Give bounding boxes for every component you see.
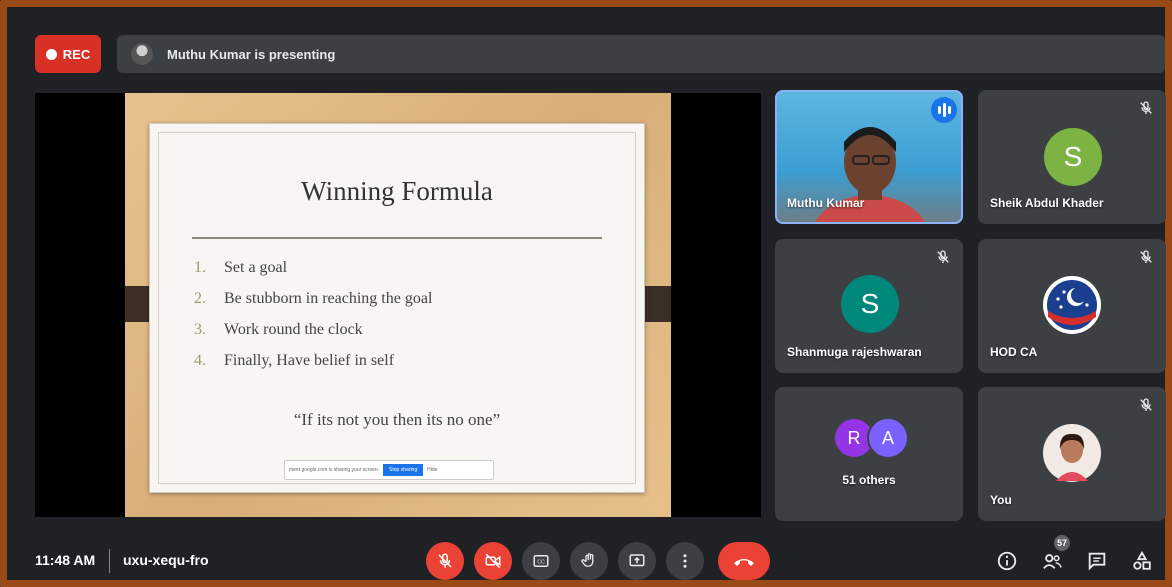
participant-name: 51 others — [842, 473, 896, 487]
people-icon — [1043, 554, 1062, 569]
raise-hand-button[interactable] — [570, 542, 608, 580]
screen-share-notice: meet.google.com is sharing your screen. … — [284, 460, 494, 480]
participant-avatar: A — [867, 417, 909, 459]
participant-name: HOD CA — [990, 345, 1038, 359]
chat-button[interactable] — [1083, 547, 1111, 575]
participant-tile-others[interactable]: R A 51 others — [775, 387, 963, 521]
speaking-indicator-icon — [931, 97, 957, 123]
present-icon — [629, 554, 645, 567]
slide-point: 4. Finally, Have belief in self — [194, 352, 395, 369]
raise-hand-icon — [581, 553, 594, 567]
toggle-camera-button[interactable] — [474, 542, 512, 580]
toggle-microphone-button[interactable] — [426, 542, 464, 580]
slide-point: 1. Set a goal — [194, 259, 288, 276]
activities-icon — [1133, 550, 1151, 570]
presentation-stage: Winning Formula 1. Set a goal 2. Be stubbo… — [35, 93, 761, 517]
participant-tile-you[interactable]: You — [978, 387, 1166, 521]
meeting-window: REC Muthu Kumar is presenting Winning Fo… — [0, 0, 1172, 587]
current-time: 11:48 AM — [35, 552, 96, 568]
participant-avatar: S — [1044, 128, 1102, 186]
top-bar: REC Muthu Kumar is presenting — [35, 35, 1165, 75]
recording-indicator[interactable]: REC — [35, 35, 101, 73]
slide-point: 2. Be stubborn in reaching the goal — [194, 290, 433, 307]
mic-off-icon — [1140, 101, 1152, 114]
meeting-details-button[interactable] — [993, 547, 1021, 575]
participant-tile-sheik-abdul-khader[interactable]: S Sheik Abdul Khader — [978, 90, 1166, 224]
captions-button[interactable]: CC — [522, 542, 560, 580]
participant-grid: Muthu Kumar S Sheik Abdul Khader S Shanm… — [775, 90, 1166, 522]
slide-title: Winning Formula — [301, 176, 493, 206]
self-photo-avatar — [1043, 424, 1101, 482]
present-now-button[interactable] — [618, 542, 656, 580]
camera-off-icon — [485, 553, 501, 569]
meeting-code: uxu-xequ-fro — [123, 552, 209, 568]
participant-name: Muthu Kumar — [787, 196, 865, 210]
slide-divider — [192, 237, 602, 239]
presenting-banner: Muthu Kumar is presenting — [117, 35, 1165, 73]
more-options-button[interactable] — [666, 542, 704, 580]
leave-call-icon — [734, 559, 754, 566]
slide-point: 3. Work round the clock — [194, 321, 363, 338]
chat-icon — [1088, 552, 1106, 571]
participant-tile-shanmuga-rajeshwaran[interactable]: S Shanmuga rajeshwaran — [775, 239, 963, 373]
participant-name: You — [990, 493, 1012, 507]
info-icon — [997, 551, 1017, 571]
stop-sharing-button[interactable]: Stop sharing — [383, 464, 424, 476]
divider — [109, 549, 110, 573]
presenting-text: Muthu Kumar is presenting — [167, 46, 336, 62]
mic-off-icon — [1140, 398, 1152, 411]
participant-name: Shanmuga rajeshwaran — [787, 345, 922, 359]
slide-background: Winning Formula 1. Set a goal 2. Be stubbo… — [125, 93, 671, 517]
participant-avatar: S — [841, 275, 899, 333]
slide: Winning Formula 1. Set a goal 2. Be stubbo… — [149, 123, 645, 493]
institution-logo-avatar — [1043, 276, 1101, 334]
leave-call-button[interactable] — [718, 542, 770, 580]
activities-button[interactable] — [1128, 547, 1156, 575]
hide-share-notice-button[interactable]: Hide — [427, 467, 437, 473]
bottom-bar: 11:48 AM uxu-xequ-fro CC 57 — [35, 535, 1165, 585]
mic-off-icon — [438, 553, 452, 568]
mic-off-icon — [1140, 250, 1152, 263]
slide-points: 1. Set a goal 2. Be stubborn in reaching t… — [194, 252, 432, 376]
slide-quote: “If its not you then its no one” — [293, 410, 501, 429]
svg-text:CC: CC — [537, 559, 545, 565]
participant-name: Sheik Abdul Khader — [990, 196, 1104, 210]
presenter-avatar — [131, 43, 153, 65]
mic-off-icon — [937, 250, 949, 263]
recording-dot-icon — [45, 48, 57, 60]
captions-icon: CC — [533, 555, 549, 567]
participant-tile-muthu-kumar[interactable]: Muthu Kumar — [775, 90, 963, 224]
people-button[interactable] — [1038, 547, 1066, 575]
recording-label: REC — [62, 46, 91, 62]
share-notice-text: meet.google.com is sharing your screen. — [289, 467, 380, 473]
participant-tile-hod-ca[interactable]: HOD CA — [978, 239, 1166, 373]
more-options-icon — [683, 554, 687, 568]
people-count-badge: 57 — [1054, 535, 1070, 551]
